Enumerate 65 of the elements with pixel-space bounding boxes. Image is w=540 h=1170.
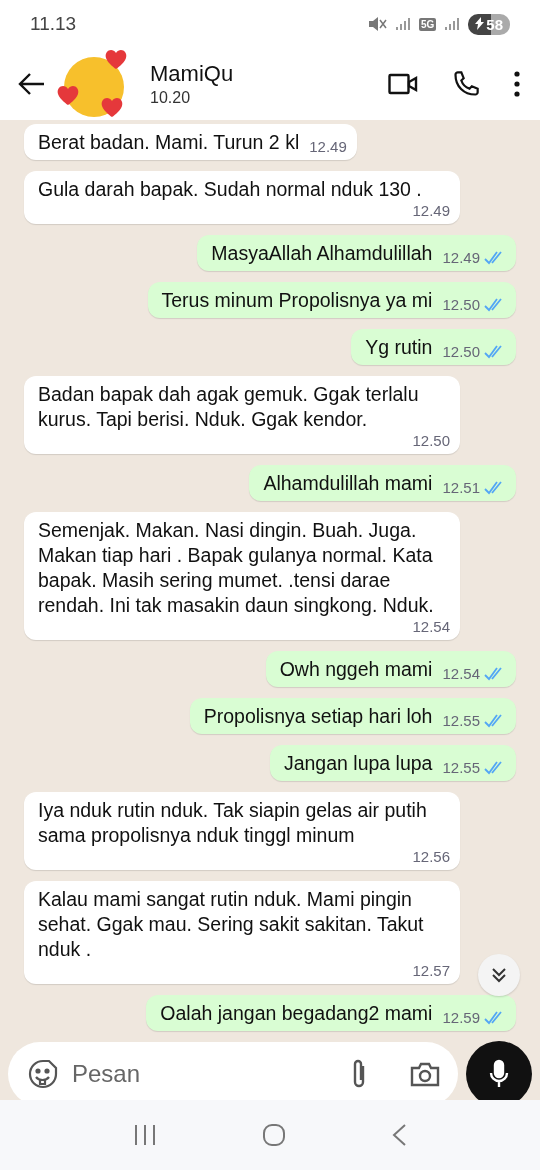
sent-message[interactable]: Owh nggeh mami 12.54 (265, 651, 516, 687)
message-time: 12.49 (412, 202, 450, 219)
back-icon[interactable] (391, 1123, 408, 1147)
mute-icon (366, 16, 387, 32)
received-message[interactable]: Gula darah bapak. Sudah normal nduk 130 . 12.49 (24, 171, 460, 224)
message-text: Terus minum Propolisnya ya mi (161, 288, 433, 313)
contact-name[interactable]: MamiQu (150, 61, 380, 87)
message-text: Yg rutin (365, 335, 433, 360)
message-time: 12.49 (442, 249, 480, 266)
signal-icon (444, 17, 461, 31)
microphone-button[interactable] (466, 1041, 532, 1100)
message-text: Owh nggeh mami (279, 657, 433, 682)
chevrons-down-icon (490, 966, 508, 984)
message-text: Propolisnya setiap hari loh (203, 704, 433, 729)
sent-message[interactable]: Alhamdulillah mami 12.51 (249, 465, 516, 501)
sent-message[interactable]: MasyaAllah Alhamdulillah 12.49 (197, 235, 516, 271)
message-text: Badan bapak dah agak gemuk. Ggak terlalu kurus. Tapi berisi. Nduk. Ggak kendor. (38, 382, 420, 432)
message-time: 12.59 (442, 1009, 480, 1026)
charging-icon (475, 16, 485, 30)
sent-message[interactable]: Yg rutin 12.50 (351, 329, 516, 365)
message-time: 12.54 (442, 665, 480, 682)
message-field[interactable]: Pesan (8, 1042, 458, 1100)
received-message[interactable]: Badan bapak dah agak gemuk. Ggak terlalu kurus. Tapi berisi. Nduk. Ggak kendor. 12.50 (24, 376, 460, 454)
message-time: 12.55 (442, 712, 480, 729)
message-input[interactable]: Pesan (70, 1059, 338, 1089)
last-seen: 10.20 (150, 89, 192, 107)
sent-message[interactable]: Propolisnya setiap hari loh 12.55 (189, 698, 516, 734)
message-text: Alhamdulillah mami (263, 471, 433, 496)
message-text: Gula darah bapak. Sudah normal nduk 130 . (38, 177, 422, 202)
message-time: 12.50 (412, 432, 450, 449)
message-time: 12.56 (412, 848, 450, 865)
network-label: 5G (418, 17, 437, 31)
signal-icon (394, 17, 411, 31)
message-time: 12.54 (412, 618, 450, 635)
video-call-icon[interactable] (388, 73, 418, 95)
message-time: 12.50 (442, 343, 480, 360)
sent-message[interactable]: Jangan lupa lupa 12.55 (269, 745, 516, 781)
message-text: Oalah jangan begadang2 mami (160, 1001, 433, 1026)
home-icon[interactable] (262, 1123, 286, 1147)
message-text: Semenjak. Makan. Nasi dingin. Buah. Juga. Makan tiap hari . Bapak gulanya normal. Kata bapak. Masih sering mumet. .tensi darae rendah. Ini tak masakin daun singkong. Nduk. (38, 518, 435, 618)
sticker-icon[interactable] (28, 1059, 58, 1089)
message-time: 12.55 (442, 759, 480, 776)
message-text: Kalau mami sangat rutin nduk. Mami pingin sehat. Ggak mau. Sering sakit sakitan. Takut nduk . (38, 887, 425, 962)
camera-icon[interactable] (410, 1061, 440, 1087)
more-options-icon[interactable] (514, 71, 520, 97)
status-time: 11.13 (30, 13, 77, 35)
message-time: 12.49 (309, 138, 347, 155)
sent-message[interactable]: Terus minum Propolisnya ya mi 12.50 (147, 282, 516, 318)
received-message[interactable]: Berat badan. Mami. Turun 2 kl 12.49 (24, 124, 357, 160)
sent-message[interactable]: Oalah jangan begadang2 mami 12.59 (146, 995, 516, 1031)
message-text: MasyaAllah Alhamdulillah (211, 241, 433, 266)
received-message[interactable]: Iya nduk rutin nduk. Tak siapin gelas air putih sama propolisnya nduk tinggl minum 12.56 (24, 792, 460, 870)
recent-apps-icon[interactable] (132, 1124, 157, 1146)
scroll-down-button[interactable] (478, 954, 520, 996)
message-time: 12.51 (442, 479, 480, 496)
message-text: Jangan lupa lupa (283, 751, 433, 776)
message-time: 12.57 (412, 962, 450, 979)
message-text: Iya nduk rutin nduk. Tak siapin gelas air putih sama propolisnya nduk tinggl minum (38, 798, 428, 848)
phone-icon[interactable] (452, 70, 480, 98)
microphone-icon (487, 1059, 511, 1089)
back-arrow-icon[interactable] (18, 72, 46, 96)
message-time: 12.50 (442, 296, 480, 313)
message-text: Berat badan. Mami. Turun 2 kl (38, 130, 300, 155)
received-message[interactable]: Kalau mami sangat rutin nduk. Mami pingin sehat. Ggak mau. Sering sakit sakitan. Takut nduk . 12.57 (24, 881, 460, 984)
received-message[interactable]: Semenjak. Makan. Nasi dingin. Buah. Juga. Makan tiap hari . Bapak gulanya normal. Kata bapak. Masih sering mumet. .tensi darae rendah. Ini tak masakin daun singkong. Nduk. 12.54 (24, 512, 460, 640)
